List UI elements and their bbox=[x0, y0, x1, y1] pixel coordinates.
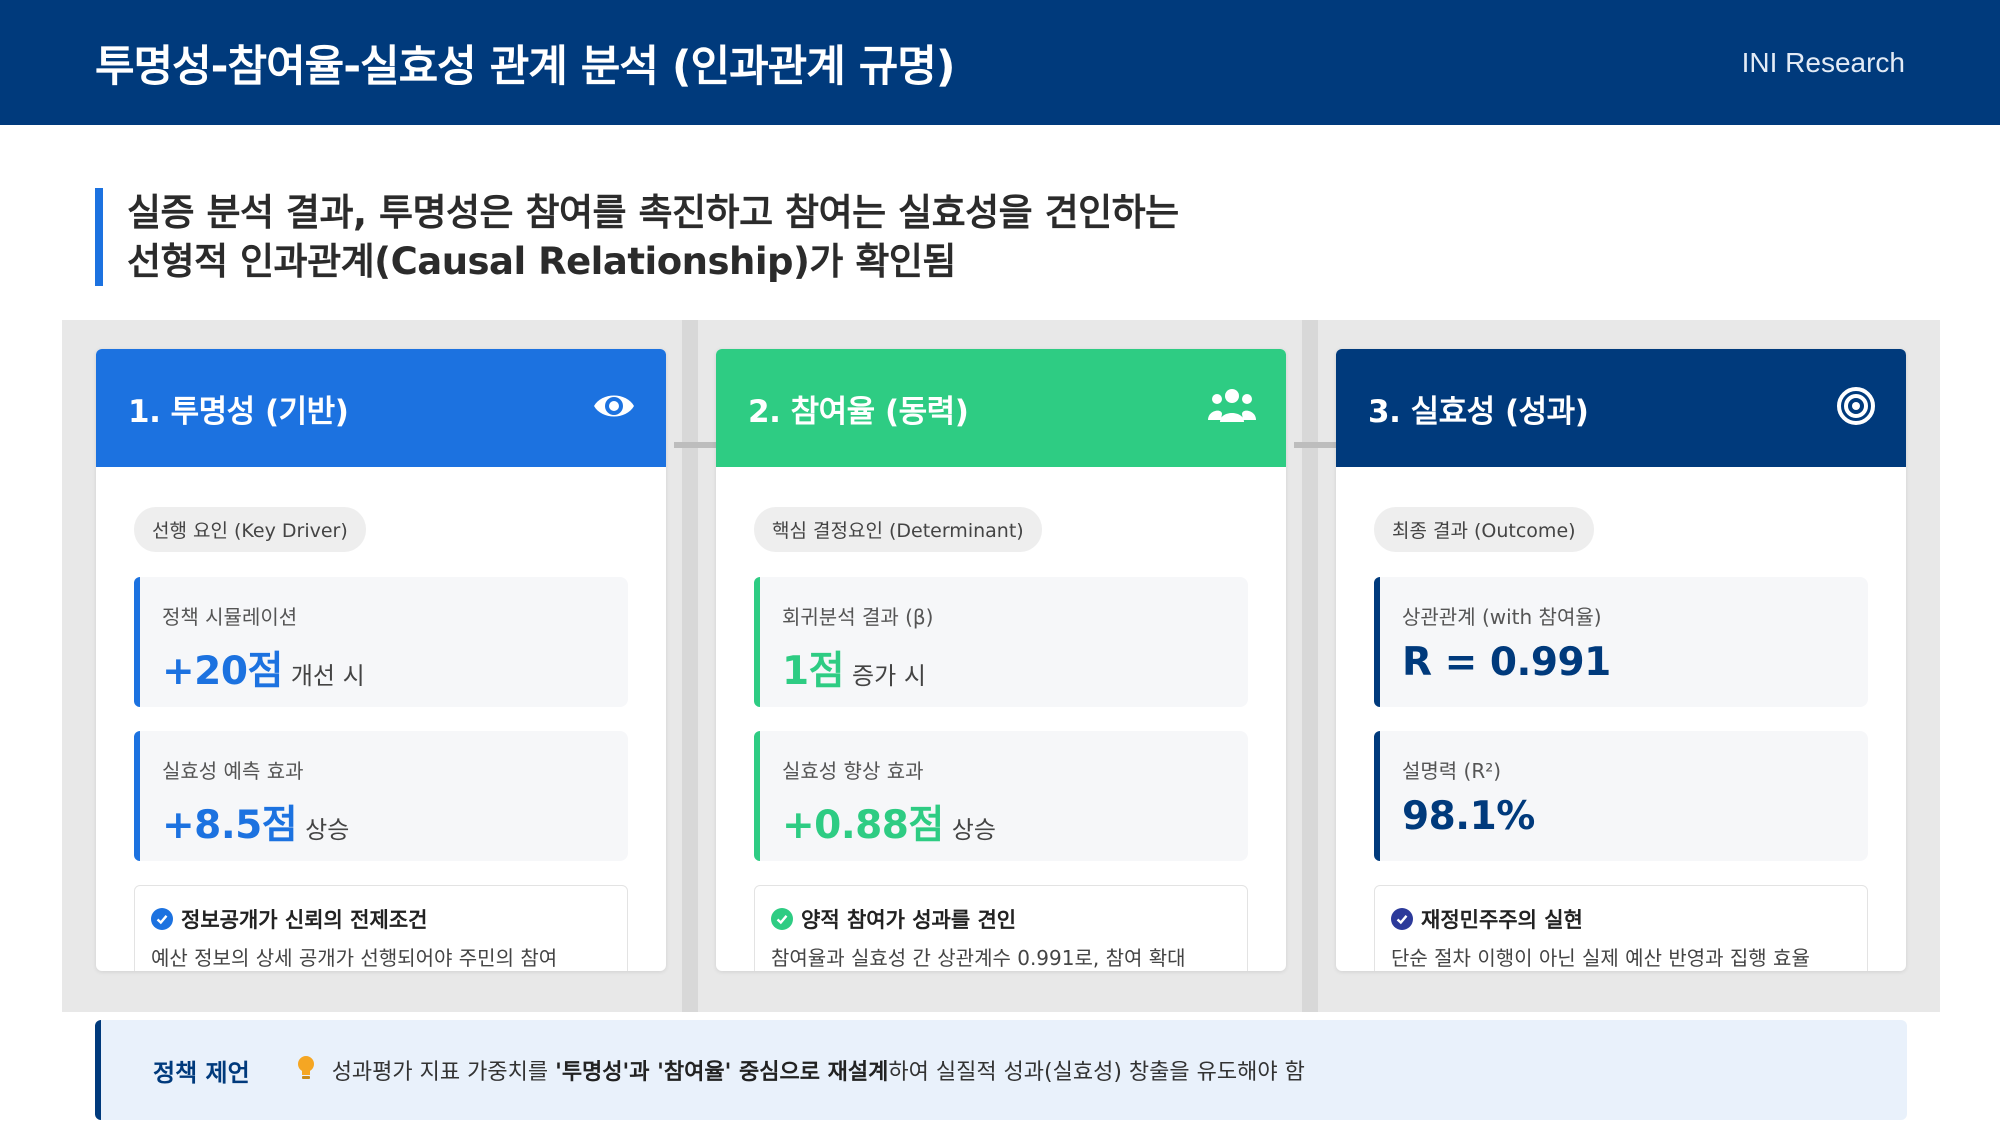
stat-label: 상관관계 (with 참여율) bbox=[1402, 605, 1602, 629]
insight-note: 양적 참여가 성과를 견인 참여율과 실효성 간 상관계수 0.991로, 참여… bbox=[754, 885, 1248, 971]
role-tag: 핵심 결정요인 (Determinant) bbox=[754, 507, 1042, 552]
page-title: 투명성-참여율-실효성 관계 분석 (인과관계 규명) bbox=[95, 41, 956, 92]
eye-icon bbox=[592, 388, 636, 428]
stat-label: 실효성 예측 효과 bbox=[162, 759, 304, 783]
policy-emphasis: '투명성'과 '참여율' 중심으로 재설계 bbox=[555, 1060, 889, 1085]
note-title: 양적 참여가 성과를 견인 bbox=[801, 908, 1017, 932]
stat-box: 정책 시뮬레이션 +20점 개선 시 bbox=[134, 577, 628, 707]
key-finding-headline: 실증 분석 결과, 투명성은 참여를 촉진하고 참여는 실효성을 견인하는 선형… bbox=[95, 188, 1395, 286]
stat-label: 회귀분석 결과 (β) bbox=[782, 605, 934, 629]
check-circle-icon bbox=[771, 908, 793, 930]
card-participation: 2. 참여율 (동력) 핵심 결정요인 (Determinant) 회귀분석 결… bbox=[716, 349, 1286, 971]
lightbulb-icon bbox=[296, 1055, 316, 1085]
note-title: 정보공개가 신뢰의 전제조건 bbox=[181, 908, 428, 932]
stat-suffix: 상승 bbox=[951, 816, 996, 844]
stat-value: 98.1% bbox=[1402, 794, 1535, 839]
stat-value: R = 0.991 bbox=[1402, 640, 1611, 685]
insight-note: 정보공개가 신뢰의 전제조건 예산 정보의 상세 공개가 선행되어야 주민의 참… bbox=[134, 885, 628, 971]
card-title: 2. 참여율 (동력) bbox=[748, 393, 969, 430]
stat-box: 회귀분석 결과 (β) 1점 증가 시 bbox=[754, 577, 1248, 707]
card-header: 3. 실효성 (성과) bbox=[1336, 349, 1906, 467]
note-text: 단순 절차 이행이 아닌 실제 예산 반영과 집행 효율 bbox=[1391, 946, 1810, 970]
panel-divider bbox=[1302, 320, 1318, 1012]
users-icon bbox=[1208, 386, 1256, 430]
note-title: 재정민주주의 실현 bbox=[1421, 908, 1583, 932]
card-title: 1. 투명성 (기반) bbox=[128, 393, 349, 430]
stat-value: +0.88점 bbox=[782, 803, 944, 848]
note-text: 참여율과 실효성 간 상관계수 0.991로, 참여 확대 bbox=[771, 946, 1186, 970]
role-tag: 최종 결과 (Outcome) bbox=[1374, 507, 1594, 552]
stat-box: 실효성 예측 효과 +8.5점 상승 bbox=[134, 731, 628, 861]
card-transparency: 1. 투명성 (기반) 선행 요인 (Key Driver) 정책 시뮬레이션 … bbox=[96, 349, 666, 971]
brand-label: INI Research bbox=[1741, 46, 1905, 78]
stat-label: 정책 시뮬레이션 bbox=[162, 605, 298, 629]
stat-box: 실효성 향상 효과 +0.88점 상승 bbox=[754, 731, 1248, 861]
policy-label: 정책 제언 bbox=[153, 1058, 250, 1087]
card-header: 1. 투명성 (기반) bbox=[96, 349, 666, 467]
stat-label: 설명력 (R²) bbox=[1402, 759, 1502, 783]
panel-divider bbox=[682, 320, 698, 1012]
target-icon bbox=[1836, 386, 1876, 430]
stat-box: 상관관계 (with 참여율) R = 0.991 bbox=[1374, 577, 1868, 707]
stat-label: 실효성 향상 효과 bbox=[782, 759, 924, 783]
check-circle-icon bbox=[151, 908, 173, 930]
page-header: 투명성-참여율-실효성 관계 분석 (인과관계 규명) INI Research bbox=[0, 0, 2000, 125]
stat-suffix: 상승 bbox=[305, 816, 350, 844]
stat-suffix: 증가 시 bbox=[852, 662, 926, 690]
stat-value: 1점 bbox=[782, 649, 845, 694]
stat-box: 설명력 (R²) 98.1% bbox=[1374, 731, 1868, 861]
headline-line-1: 실증 분석 결과, 투명성은 참여를 촉진하고 참여는 실효성을 견인하는 bbox=[127, 191, 1179, 234]
policy-recommendation: 정책 제언 성과평가 지표 가중치를 '투명성'과 '참여율' 중심으로 재설계… bbox=[95, 1020, 1907, 1120]
insight-note: 재정민주주의 실현 단순 절차 이행이 아닌 실제 예산 반영과 집행 효율 bbox=[1374, 885, 1868, 971]
card-header: 2. 참여율 (동력) bbox=[716, 349, 1286, 467]
stat-value: +8.5점 bbox=[162, 803, 298, 848]
note-text: 예산 정보의 상세 공개가 선행되어야 주민의 참여 bbox=[151, 946, 558, 970]
card-effectiveness: 3. 실효성 (성과) 최종 결과 (Outcome) 상관관계 (with 참… bbox=[1336, 349, 1906, 971]
card-title: 3. 실효성 (성과) bbox=[1368, 393, 1589, 430]
policy-text: 성과평가 지표 가중치를 '투명성'과 '참여율' 중심으로 재설계하여 실질적… bbox=[331, 1060, 1305, 1085]
stat-suffix: 개선 시 bbox=[290, 662, 365, 690]
role-tag: 선행 요인 (Key Driver) bbox=[134, 507, 366, 552]
headline-line-2: 선형적 인과관계(Causal Relationship)가 확인됨 bbox=[127, 240, 956, 283]
check-circle-icon bbox=[1391, 908, 1413, 930]
stat-value: +20점 bbox=[162, 649, 283, 694]
